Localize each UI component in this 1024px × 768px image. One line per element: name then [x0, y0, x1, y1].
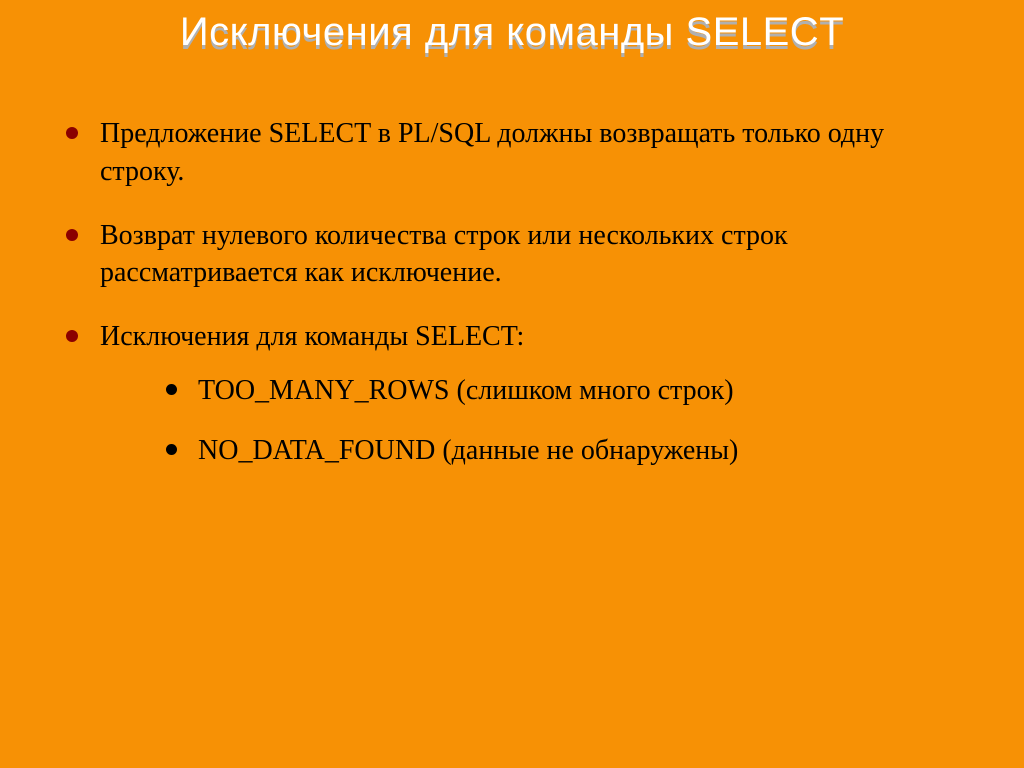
sub-bullet-text: NO_DATA_FOUND (данные не обнаружены)	[198, 435, 738, 466]
sub-bullet-item: NO_DATA_FOUND (данные не обнаружены)	[160, 432, 966, 470]
bullet-text: Возврат нулевого количества строк или не…	[100, 220, 788, 289]
sub-bullet-list: TOO_MANY_ROWS (слишком много строк) NO_D…	[160, 372, 966, 470]
slide-title: Исключения для команды SELECT	[0, 10, 1024, 55]
slide-title-wrap: Исключения для команды SELECT Исключения…	[0, 10, 1024, 55]
slide-body: Предложение SELECT в PL/SQL должны возвр…	[58, 115, 966, 496]
bullet-item: Предложение SELECT в PL/SQL должны возвр…	[58, 115, 966, 191]
sub-bullet-item: TOO_MANY_ROWS (слишком много строк)	[160, 372, 966, 410]
slide: Исключения для команды SELECT Исключения…	[0, 0, 1024, 768]
bullet-item: Возврат нулевого количества строк или не…	[58, 217, 966, 293]
bullet-text: Предложение SELECT в PL/SQL должны возвр…	[100, 118, 884, 187]
bullet-text: Исключения для команды SELECT:	[100, 321, 524, 352]
sub-bullet-text: TOO_MANY_ROWS (слишком много строк)	[198, 375, 734, 406]
bullet-item: Исключения для команды SELECT: TOO_MANY_…	[58, 318, 966, 469]
bullet-list: Предложение SELECT в PL/SQL должны возвр…	[58, 115, 966, 470]
